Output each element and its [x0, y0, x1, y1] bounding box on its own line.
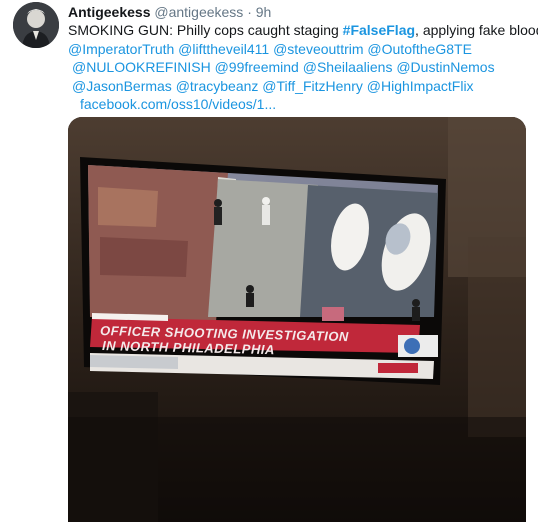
mention-link[interactable]: @steveouttrim: [273, 41, 363, 57]
tv-screen: [88, 165, 438, 322]
mention-link[interactable]: @JasonBermas: [72, 78, 172, 94]
mentions-line: @JasonBermas @tracybeanz @Tiff_FitzHenry…: [68, 77, 530, 96]
mention-link[interactable]: @HighImpactFlix: [367, 78, 474, 94]
mention-link[interactable]: @DustinNemos: [396, 59, 494, 75]
mention-link[interactable]: @ImperatorTruth: [68, 41, 174, 57]
mentions-line: @NULOOKREFINISH @99freemind @Sheilaalien…: [68, 58, 530, 77]
user-handle[interactable]: @antigeekess: [154, 4, 243, 20]
tweet-text: SMOKING GUN: Philly cops caught staging …: [68, 21, 538, 114]
hashtag-link[interactable]: #FalseFlag: [343, 22, 415, 38]
tweet[interactable]: Antigeekess @antigeekess · 9h SMOKING GU…: [0, 0, 538, 522]
mentions-line: @ImperatorTruth @lifttheveil411 @steveou…: [68, 40, 530, 59]
tweet-header: Antigeekess @antigeekess · 9h: [68, 2, 271, 22]
link-line: facebook.com/oss10/videos/1...: [68, 95, 530, 114]
tweet-age[interactable]: 9h: [256, 4, 272, 20]
mention-link[interactable]: @tracybeanz: [176, 78, 259, 94]
mention-link[interactable]: @Tiff_FitzHenry: [262, 78, 363, 94]
display-name[interactable]: Antigeekess: [68, 4, 150, 20]
text-suffix: , applying fake blood.: [415, 22, 538, 38]
avatar[interactable]: [13, 2, 59, 48]
mention-link[interactable]: @Sheilaaliens: [303, 59, 393, 75]
mention-link[interactable]: @NULOOKREFINISH: [72, 59, 211, 75]
text-prefix: SMOKING GUN: Philly cops caught staging: [68, 22, 343, 38]
mention-link[interactable]: @99freemind: [215, 59, 299, 75]
external-link[interactable]: facebook.com/oss10/videos/1...: [80, 96, 276, 112]
mention-link[interactable]: @OutoftheG8TE: [367, 41, 471, 57]
tweet-video[interactable]: OFFICER SHOOTING INVESTIGATION IN NORTH …: [68, 117, 526, 522]
mention-link[interactable]: @lifttheveil411: [178, 41, 269, 57]
station-logo-icon: [404, 338, 420, 354]
separator-dot: ·: [247, 4, 252, 20]
tweet-text-line: SMOKING GUN: Philly cops caught staging …: [68, 21, 538, 40]
